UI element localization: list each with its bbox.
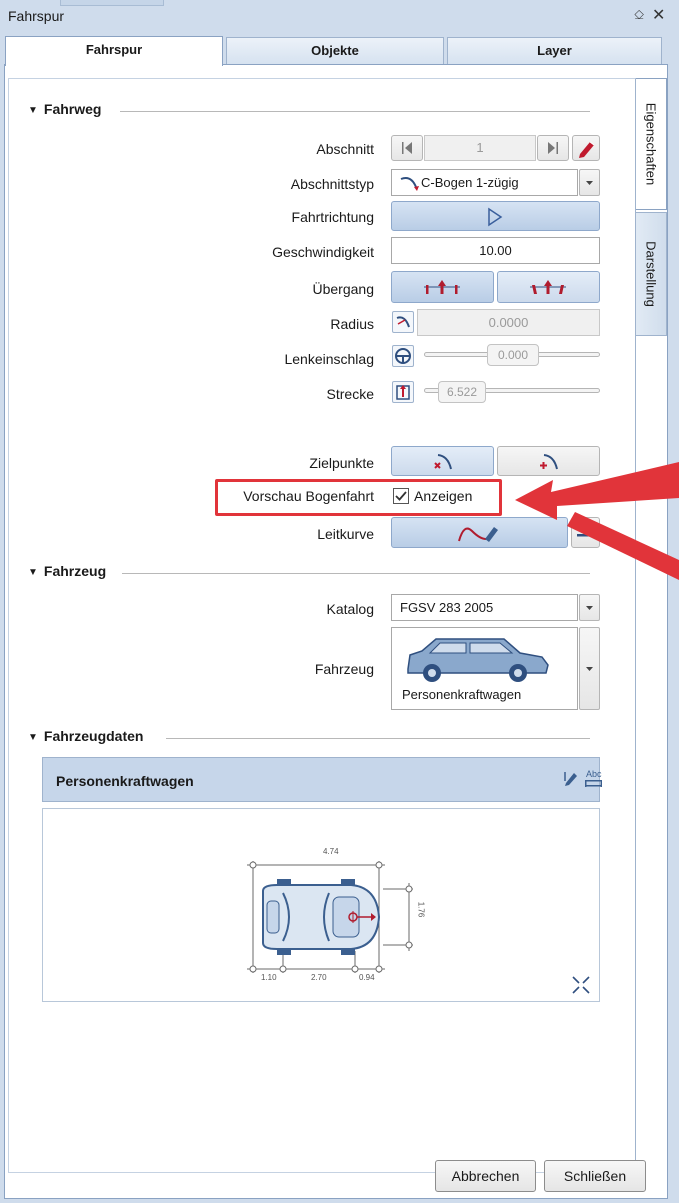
- edit-section-button[interactable]: [572, 135, 600, 161]
- prev-section-button[interactable]: [391, 135, 423, 161]
- chevron-down-icon: [586, 667, 593, 671]
- fahrzeugdaten-header-title: Personenkraftwagen: [56, 773, 194, 789]
- leitkurve-label: Leitkurve: [317, 526, 374, 542]
- dim-length: 4.74: [323, 847, 339, 856]
- collapse-view-icon[interactable]: [571, 975, 591, 995]
- chevron-down-icon: [586, 181, 593, 185]
- fahrzeugdaten-header: Personenkraftwagen Abc: [42, 757, 602, 802]
- arrow-right-icon: [548, 142, 558, 154]
- abschnitt-label: Abschnitt: [316, 141, 374, 157]
- fahrtrichtung-label: Fahrtrichtung: [291, 209, 374, 225]
- next-section-button[interactable]: [537, 135, 569, 161]
- abschnittstyp-label: Abschnittstyp: [290, 176, 374, 192]
- tab-fahrspur[interactable]: Fahrspur: [5, 36, 223, 66]
- dim-front-overhang: 1.10: [261, 973, 277, 982]
- katalog-dropdown-button[interactable]: [579, 594, 600, 621]
- divider: [166, 738, 590, 739]
- close-button[interactable]: Schließen: [544, 1160, 646, 1192]
- fahrzeug-select[interactable]: Personenkraftwagen: [391, 627, 578, 710]
- dim-wheelbase: 2.70: [311, 973, 327, 982]
- side-tab-darstellung[interactable]: Darstellung: [635, 212, 667, 336]
- pin-icon[interactable]: ⎐: [634, 7, 644, 23]
- tab-objekte[interactable]: Objekte: [226, 37, 444, 64]
- distance-icon: [396, 385, 410, 400]
- section-fahrzeugdaten[interactable]: ▼ Fahrzeugdaten: [28, 728, 143, 744]
- radius-icon: [396, 316, 410, 328]
- side-tab-eigenschaften[interactable]: Eigenschaften: [635, 78, 667, 210]
- collapse-icon: ▼: [28, 732, 38, 743]
- lenkeinschlag-label: Lenkeinschlag: [284, 351, 374, 367]
- section-fahrzeugdaten-title: Fahrzeugdaten: [43, 728, 144, 744]
- uebergang-label: Übergang: [312, 281, 375, 297]
- radius-icon-button[interactable]: [392, 311, 414, 333]
- radius-label: Radius: [330, 316, 374, 332]
- steering-wheel-icon: [395, 348, 411, 364]
- vehicle-drawing: [247, 861, 413, 973]
- dim-rear-overhang: 0.94: [359, 973, 375, 982]
- zielpunkte-label: Zielpunkte: [309, 455, 374, 471]
- strecke-slider-value[interactable]: 6.522: [438, 381, 486, 403]
- close-icon[interactable]: ✕: [652, 5, 665, 25]
- strecke-icon-button[interactable]: [392, 381, 414, 403]
- play-icon: [488, 207, 503, 227]
- fahrtrichtung-button[interactable]: [391, 201, 600, 231]
- fahrzeug-dropdown-button[interactable]: [579, 627, 600, 710]
- transition-angled-icon: [530, 280, 566, 294]
- section-fahrweg-title: Fahrweg: [43, 101, 102, 117]
- car-icon: [407, 638, 549, 682]
- fahrzeug-label: Fahrzeug: [314, 661, 374, 677]
- geschwindigkeit-label: Geschwindigkeit: [272, 244, 374, 260]
- vorschau-label: Vorschau Bogenfahrt: [243, 488, 374, 504]
- abschnittstyp-dropdown-button[interactable]: [579, 169, 600, 196]
- window-title: Fahrspur: [8, 8, 65, 24]
- geschwindigkeit-input[interactable]: 10.00: [391, 237, 600, 264]
- abschnittstyp-select[interactable]: C-Bogen 1-zügig: [391, 169, 578, 196]
- lenkeinschlag-slider-value[interactable]: 0.000: [487, 344, 539, 366]
- zielpunkte-button-1[interactable]: [391, 446, 494, 476]
- side-tab-eigenschaften-label: Eigenschaften: [643, 102, 658, 186]
- divider: [120, 111, 590, 112]
- uebergang-button-2[interactable]: [497, 271, 600, 303]
- target-remove-icon: [434, 454, 452, 470]
- abschnitt-field[interactable]: 1: [424, 135, 536, 161]
- side-tab-darstellung-label: Darstellung: [643, 241, 658, 307]
- annotation-arrow-graphic: [515, 462, 679, 580]
- vorschau-checkbox-label[interactable]: Anzeigen: [414, 488, 472, 504]
- section-fahrzeug[interactable]: ▼ Fahrzeug: [28, 563, 106, 579]
- section-fahrweg[interactable]: ▼ Fahrweg: [28, 101, 101, 117]
- checkmark-icon: [395, 491, 407, 501]
- text-label-icon[interactable]: Abc: [583, 767, 605, 791]
- collapse-icon: ▼: [28, 105, 38, 116]
- section-fahrzeug-title: Fahrzeug: [43, 563, 107, 579]
- steering-icon-button[interactable]: [392, 345, 414, 367]
- katalog-select[interactable]: FGSV 283 2005: [391, 594, 578, 621]
- collapse-icon: ▼: [28, 567, 38, 578]
- svg-text:Abc: Abc: [586, 769, 602, 779]
- strecke-label: Strecke: [326, 386, 374, 402]
- cancel-button[interactable]: Abbrechen: [435, 1160, 536, 1192]
- katalog-label: Katalog: [326, 601, 374, 617]
- guide-curve-icon: [458, 527, 498, 542]
- abschnittstyp-value: C-Bogen 1-zügig: [421, 175, 519, 190]
- title-bar: Fahrspur ⎐ ✕: [0, 4, 679, 30]
- edit-pencil-icon[interactable]: [563, 769, 581, 787]
- vehicle-preview: 4.74 1.76 1.10 2.70 0.94: [42, 808, 600, 1002]
- radius-input: 0.0000: [417, 309, 600, 336]
- tab-layer[interactable]: Layer: [447, 37, 662, 64]
- vorschau-checkbox[interactable]: [393, 488, 409, 504]
- uebergang-button-1[interactable]: [391, 271, 494, 303]
- fahrzeug-value: Personenkraftwagen: [402, 687, 522, 702]
- transition-straight-icon: [424, 280, 460, 294]
- dim-width: 1.76: [416, 901, 426, 918]
- chevron-down-icon: [586, 606, 593, 610]
- pencil-icon: [579, 141, 595, 158]
- arrow-left-icon: [402, 142, 412, 154]
